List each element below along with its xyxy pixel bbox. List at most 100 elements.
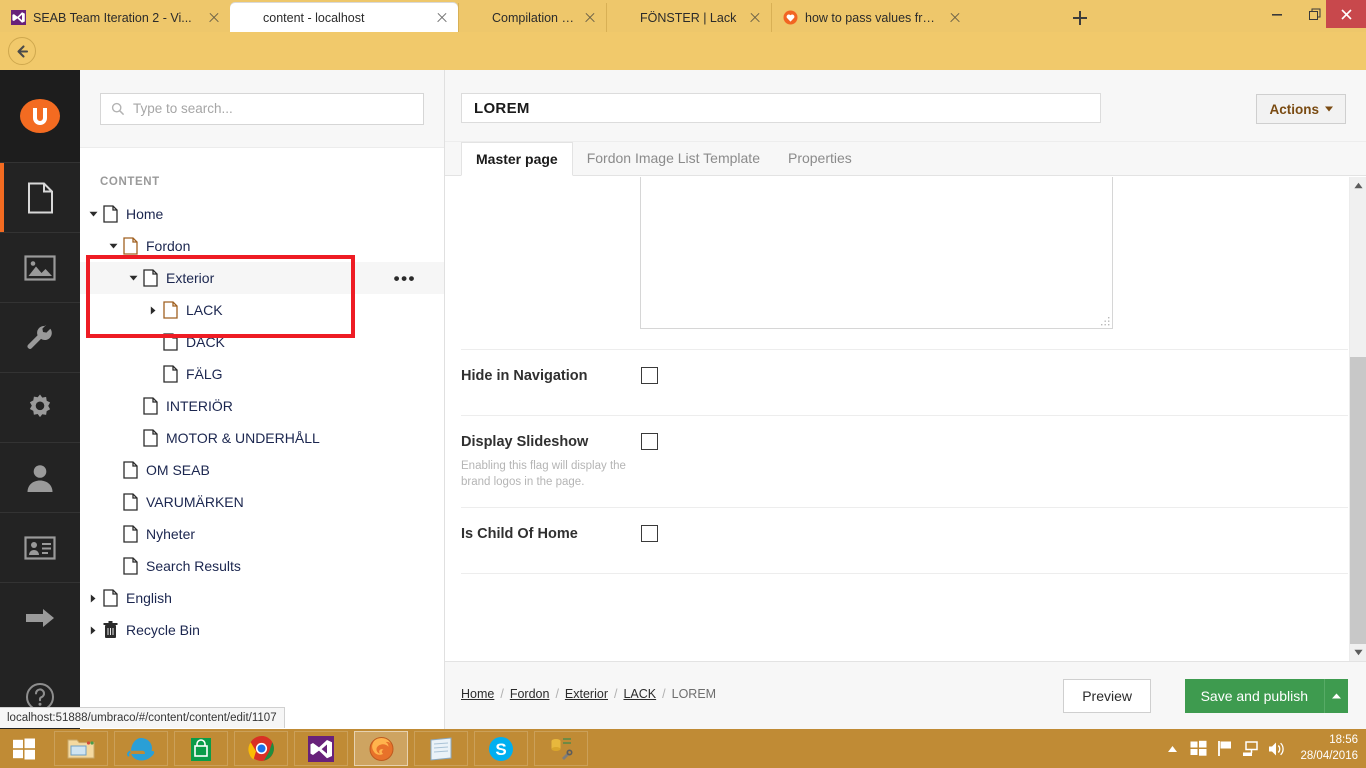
tree-item-options-button[interactable]: ••• — [394, 262, 416, 294]
action-center-flag-icon[interactable] — [1216, 740, 1233, 757]
editor-tab-label: Properties — [787, 150, 852, 166]
taskbar-app-file-explorer[interactable] — [54, 731, 108, 766]
taskbar-app-firefox[interactable] — [354, 731, 408, 766]
taskbar-app-internet-explorer[interactable] — [114, 731, 168, 766]
is-child-of-home-checkbox[interactable] — [641, 525, 658, 542]
user-icon — [27, 464, 53, 492]
chevron-right-icon[interactable] — [86, 594, 100, 603]
volume-icon[interactable] — [1268, 740, 1285, 757]
editor-vertical-scrollbar[interactable] — [1349, 177, 1366, 661]
taskbar-app-visual-studio[interactable] — [294, 731, 348, 766]
browser-tab[interactable]: SEAB Team Iteration 2 - Vi... — [0, 3, 230, 32]
tab-close-icon[interactable] — [206, 10, 222, 26]
scrollbar-thumb[interactable] — [1350, 357, 1366, 647]
window-close-button[interactable] — [1326, 0, 1366, 28]
tree-item-interi-r[interactable]: INTERIÖR — [80, 390, 444, 422]
editor-tab-properties[interactable]: Properties — [774, 141, 866, 175]
taskbar-app-google-chrome[interactable] — [234, 731, 288, 766]
windows-start-icon — [13, 738, 35, 759]
tree-item-varum-rken[interactable]: VARUMÄRKEN — [80, 486, 444, 518]
save-and-publish-dropdown-button[interactable] — [1324, 679, 1348, 713]
taskbar-clock[interactable]: 18:56 28/04/2016 — [1300, 733, 1358, 764]
tree-item-home[interactable]: Home — [80, 198, 444, 230]
visualstudio-icon — [10, 10, 26, 26]
browser-tab[interactable]: content - localhost — [230, 3, 458, 32]
scroll-down-button[interactable] — [1350, 644, 1366, 661]
sidebar-item-content[interactable] — [0, 162, 80, 232]
sidebar-item-users[interactable] — [0, 442, 80, 512]
document-icon — [120, 525, 140, 543]
field-divider — [461, 349, 1348, 350]
actions-button[interactable]: Actions — [1256, 94, 1346, 124]
hide-in-navigation-checkbox[interactable] — [641, 367, 658, 384]
tree-item-fordon[interactable]: Fordon — [80, 230, 444, 262]
display-slideshow-checkbox[interactable] — [641, 433, 658, 450]
field-divider — [461, 573, 1348, 574]
taskbar-app-notepad[interactable] — [414, 731, 468, 766]
sidebar-item-translation[interactable] — [0, 582, 80, 652]
content-tree-list: Home Fordon Exterior ••• LACK DÄCK FÄLG INTERIÖ… — [80, 198, 444, 646]
sidebar-item-developer[interactable] — [0, 302, 80, 372]
node-name-input[interactable]: LOREM — [461, 93, 1101, 123]
taskbar-app-skype[interactable]: S — [474, 731, 528, 766]
chevron-down-icon[interactable] — [86, 211, 100, 217]
chevron-right-icon[interactable] — [146, 306, 160, 315]
tree-item-label: INTERIÖR — [166, 398, 233, 414]
tree-item-lack[interactable]: LACK — [80, 294, 444, 326]
browser-tab-title: content - localhost — [263, 10, 365, 25]
sidebar-item-settings[interactable] — [0, 372, 80, 442]
editor-footer: Home / Fordon / Exterior / LACK / LOREM Preview … — [445, 661, 1366, 729]
breadcrumb-item[interactable]: Home — [461, 687, 494, 701]
breadcrumb-separator: / — [614, 687, 618, 701]
content-editor-panel: LOREM Actions Master page Fordon Image Li… — [445, 70, 1366, 729]
sidebar-item-members[interactable] — [0, 512, 80, 582]
chevron-down-icon[interactable] — [106, 243, 120, 249]
taskbar-app-sql-tools[interactable] — [534, 731, 588, 766]
window-minimize-button[interactable] — [1258, 0, 1296, 28]
tab-close-icon[interactable] — [582, 10, 598, 26]
save-and-publish-button[interactable]: Save and publish — [1184, 679, 1324, 713]
network-icon[interactable] — [1242, 740, 1259, 757]
breadcrumb-item[interactable]: Fordon — [510, 687, 550, 701]
tree-item-d-ck[interactable]: DÄCK — [80, 326, 444, 358]
tree-item-label: English — [126, 590, 172, 606]
tree-item-nyheter[interactable]: Nyheter — [80, 518, 444, 550]
tree-item-recycle-bin[interactable]: Recycle Bin — [80, 614, 444, 646]
tab-close-icon[interactable] — [434, 10, 450, 26]
back-button[interactable] — [8, 37, 36, 65]
tab-favicon-placeholder — [240, 10, 256, 26]
browser-tab[interactable]: how to pass values from o... — [771, 3, 971, 32]
tree-item-exterior[interactable]: Exterior ••• — [80, 262, 444, 294]
field-is-child-of-home: Is Child Of Home — [461, 525, 1348, 542]
browser-tab[interactable]: Compilation Error — [458, 3, 606, 32]
taskbar-app-windows-store[interactable] — [174, 731, 228, 766]
body-text-textarea[interactable] — [640, 177, 1113, 329]
breadcrumb-item[interactable]: LACK — [623, 687, 656, 701]
document-icon — [160, 301, 180, 319]
tree-item-om-seab[interactable]: OM SEAB — [80, 454, 444, 486]
breadcrumb-item[interactable]: Exterior — [565, 687, 608, 701]
scrollbar-track[interactable] — [1350, 194, 1366, 357]
preview-button[interactable]: Preview — [1063, 679, 1151, 713]
scroll-up-button[interactable] — [1350, 177, 1366, 194]
tree-item-motor-underh-ll[interactable]: MOTOR & UNDERHÅLL — [80, 422, 444, 454]
tree-item-search-results[interactable]: Search Results — [80, 550, 444, 582]
new-tab-button[interactable] — [1069, 8, 1091, 28]
tree-item-f-lg[interactable]: FÄLG — [80, 358, 444, 390]
tree-item-english[interactable]: English — [80, 582, 444, 614]
tab-close-icon[interactable] — [747, 10, 763, 26]
windows-icon[interactable] — [1190, 740, 1207, 757]
sidebar-item-media[interactable] — [0, 232, 80, 302]
editor-tab-fordon-image-list-template[interactable]: Fordon Image List Template — [573, 141, 774, 175]
tab-close-icon[interactable] — [947, 10, 963, 26]
browser-tab[interactable]: FÖNSTER | Lack — [606, 3, 771, 32]
windows-start-button[interactable] — [0, 729, 48, 768]
show-hidden-icons-caret[interactable] — [1164, 740, 1181, 757]
resize-grip-icon[interactable] — [1101, 317, 1110, 326]
chevron-down-icon[interactable] — [126, 275, 140, 281]
tree-search-input[interactable]: Type to search... — [100, 92, 424, 125]
editor-tab-master-page[interactable]: Master page — [461, 142, 573, 176]
umbraco-logo[interactable] — [0, 70, 80, 162]
svg-text:S: S — [495, 740, 506, 759]
chevron-right-icon[interactable] — [86, 626, 100, 635]
